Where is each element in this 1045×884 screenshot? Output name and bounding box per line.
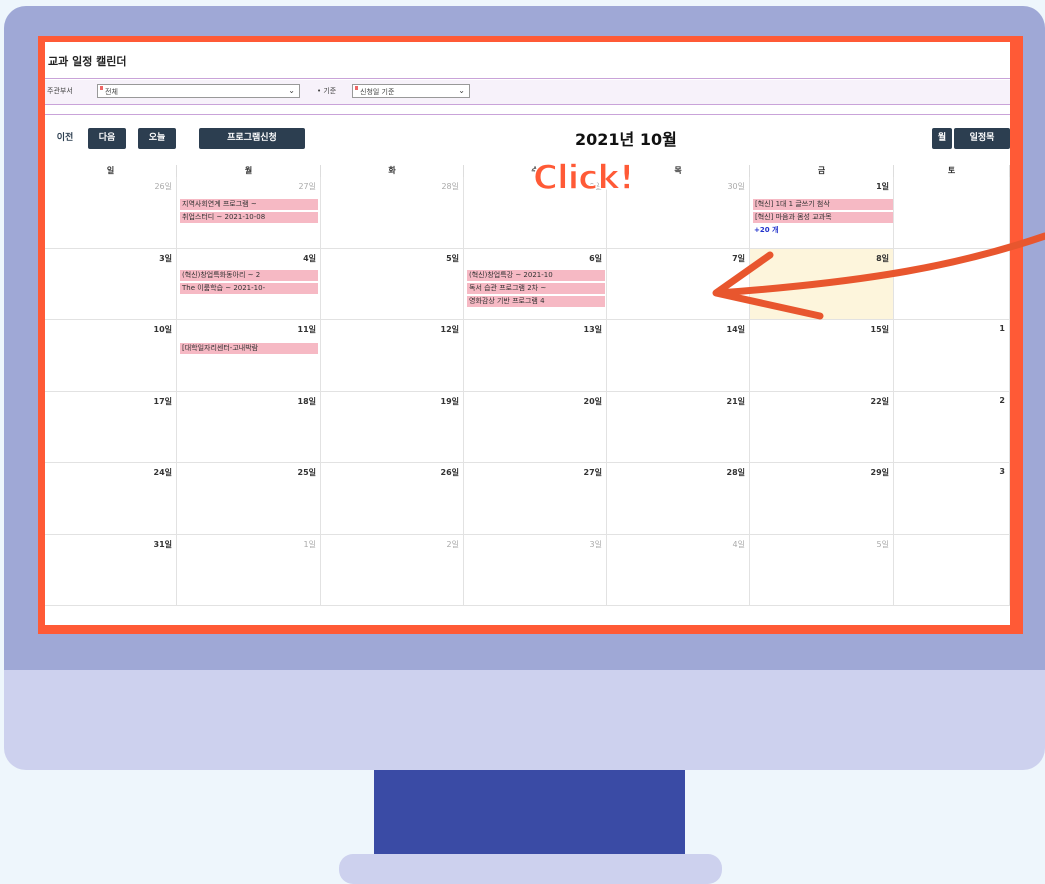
pointer-arrow-icon: [712, 232, 1045, 320]
